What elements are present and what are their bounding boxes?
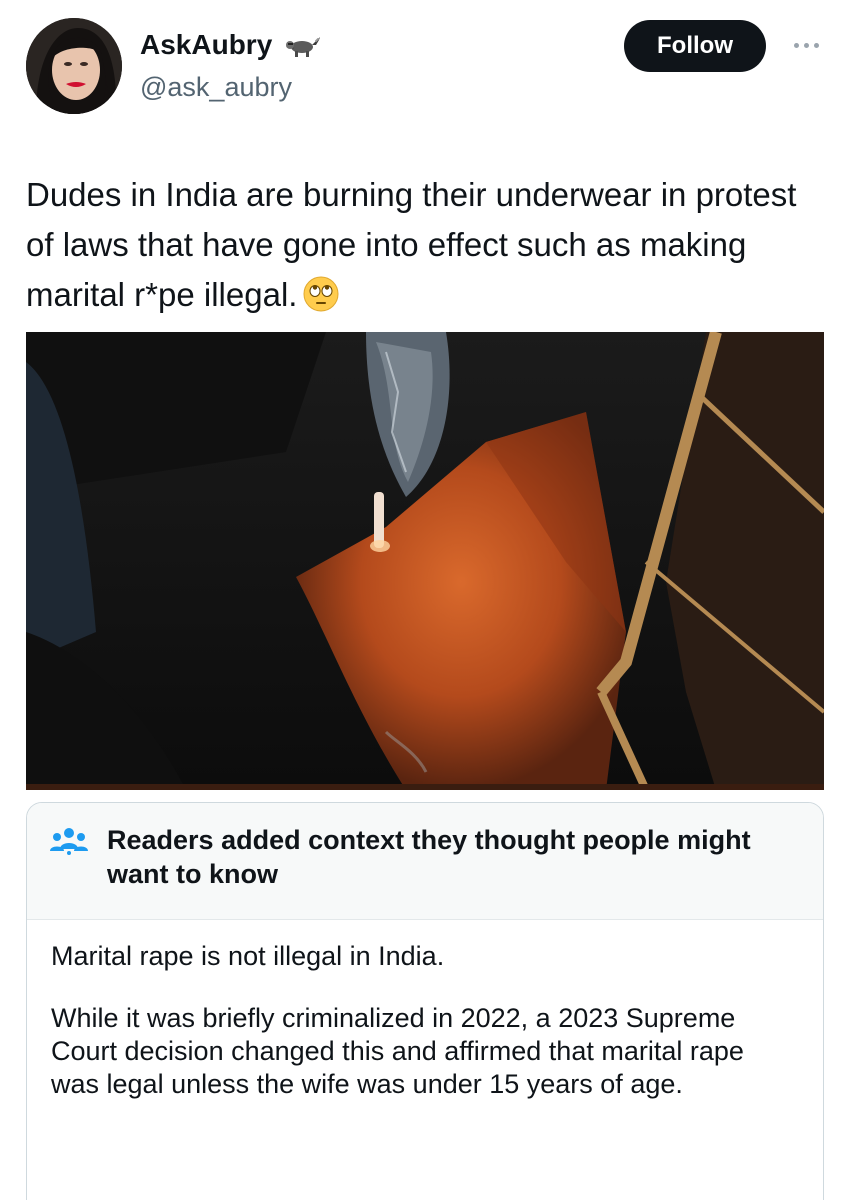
- avatar[interactable]: [26, 18, 122, 114]
- note-paragraph: While it was briefly criminalized in 202…: [51, 1003, 744, 1099]
- more-dots-icon[interactable]: [786, 30, 826, 60]
- user-handle[interactable]: @ask_aubry: [140, 70, 292, 104]
- tweet-header: AskAubry @ask_aubry Follow: [0, 0, 848, 130]
- more-dot: [813, 42, 819, 48]
- more-dot: [793, 42, 799, 48]
- community-note-header: Readers added context they thought peopl…: [27, 803, 823, 920]
- display-name[interactable]: AskAubry: [140, 28, 272, 62]
- face-with-rolling-eyes-emoji: [303, 276, 339, 312]
- more-dot: [803, 42, 809, 48]
- tweet-body: Dudes in India are burning their underwe…: [26, 176, 797, 313]
- community-note-body: Marital rape is not illegal in India. Wh…: [27, 920, 823, 1101]
- community-note-title: Readers added context they thought peopl…: [107, 825, 751, 889]
- avatar-photo: [26, 18, 122, 114]
- tweet-text: Dudes in India are burning their underwe…: [26, 170, 816, 320]
- raccoon-icon: [282, 31, 322, 59]
- burning-underwear-photo: [26, 332, 824, 790]
- follow-button[interactable]: Follow: [624, 20, 766, 72]
- community-note: Readers added context they thought peopl…: [26, 802, 824, 1200]
- tweet-media[interactable]: [26, 332, 824, 790]
- people-icon: [49, 825, 89, 857]
- note-paragraph: Marital rape is not illegal in India.: [51, 941, 445, 971]
- display-name-row: AskAubry: [140, 28, 322, 62]
